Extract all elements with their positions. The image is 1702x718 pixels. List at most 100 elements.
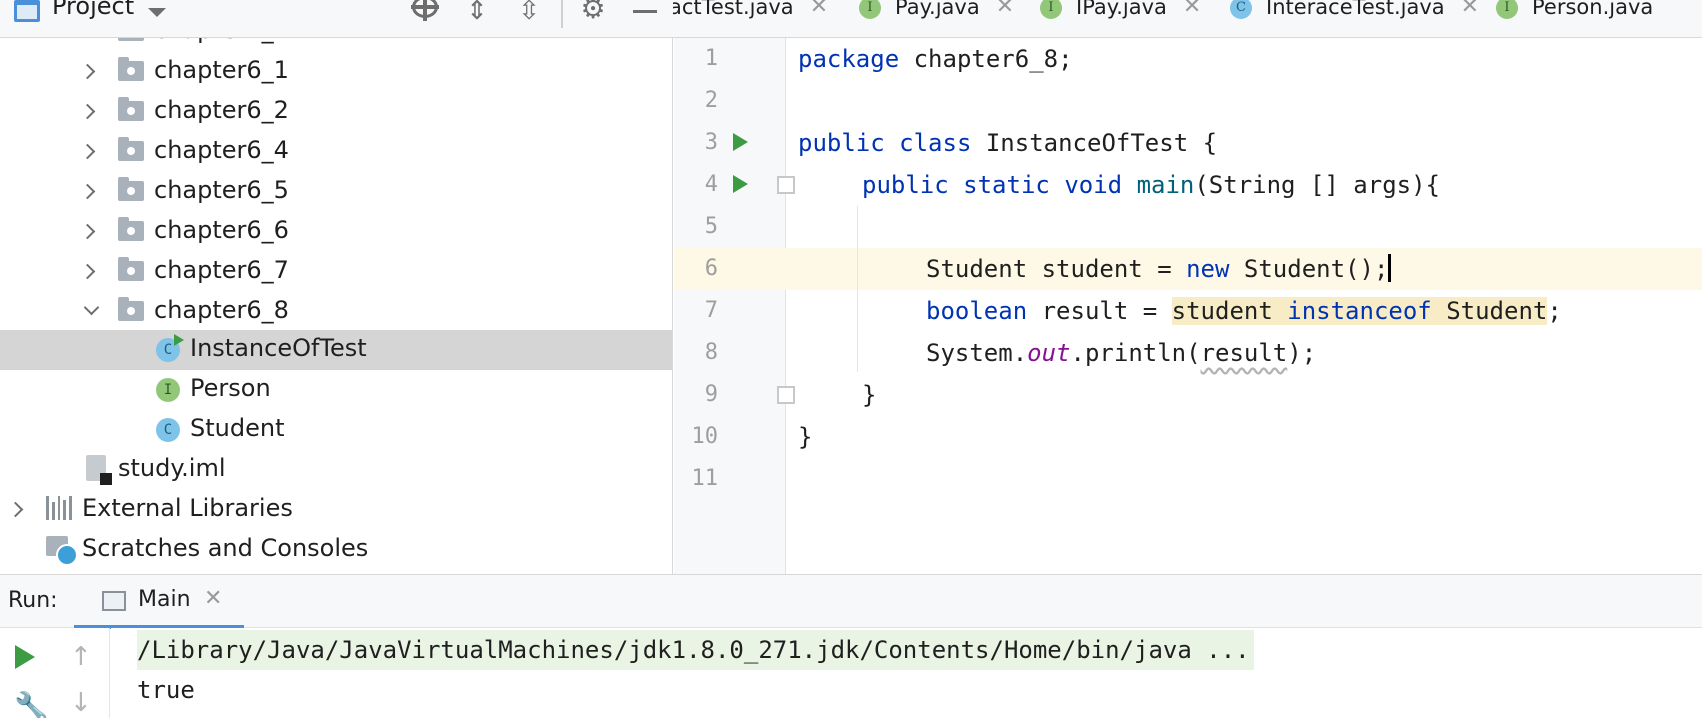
folder-icon [118, 97, 144, 121]
tree-item-scratches[interactable]: Scratches and Consoles [0, 530, 672, 570]
tree-item-chapter6-2[interactable]: chapter6_2 [0, 92, 672, 132]
code-line-6: Student student = new Student(); [926, 248, 1392, 290]
tree-item-student[interactable]: C Student [0, 410, 672, 450]
line-number: 4 [704, 172, 718, 197]
code-line-3: public class InstanceOfTest { [798, 129, 1218, 157]
fold-marker-icon[interactable] [777, 176, 795, 194]
editor-tabs: actTest.java ✕ I Pay.java ✕ I IPay.java … [673, 0, 1702, 38]
folder-icon [118, 257, 144, 281]
wrench-icon[interactable]: 🔧 [14, 690, 49, 718]
chevron-right-icon[interactable] [79, 63, 96, 80]
chevron-right-icon[interactable] [79, 143, 96, 160]
line-number: 5 [704, 214, 718, 239]
run-label: Run: [8, 588, 58, 613]
tree-item-partial[interactable]: chapter4_7 [0, 38, 672, 52]
line-number: 8 [704, 340, 718, 365]
tree-item-study-iml[interactable]: study.iml [0, 450, 672, 490]
folder-icon [118, 217, 144, 241]
collapse-all-icon[interactable]: ⇳ [514, 0, 544, 28]
close-icon[interactable]: ✕ [810, 0, 828, 19]
line-number: 7 [704, 298, 718, 323]
tab-ipay[interactable]: I IPay.java ✕ [1040, 0, 1201, 30]
tree-item-chapter6-7[interactable]: chapter6_7 [0, 252, 672, 292]
toolbar-divider [561, 0, 563, 28]
interface-icon: I [156, 378, 180, 402]
warning-underline: result [1200, 339, 1288, 367]
line-number: 11 [691, 466, 719, 491]
run-class-icon[interactable] [733, 133, 748, 151]
project-title[interactable]: Project [52, 0, 134, 20]
runnable-marker-icon [174, 334, 184, 346]
tree-item-chapter6-8[interactable]: chapter6_8 [0, 292, 672, 332]
close-icon[interactable]: ✕ [1461, 0, 1479, 19]
tree-item-chapter6-1[interactable]: chapter6_1 [0, 52, 672, 92]
project-window-icon [14, 0, 40, 22]
folder-icon [118, 38, 144, 41]
close-icon[interactable]: ✕ [996, 0, 1014, 19]
library-icon [46, 496, 72, 520]
chevron-right-icon[interactable] [79, 183, 96, 200]
folder-icon [118, 137, 144, 161]
arrow-up-icon[interactable]: ↑ [70, 642, 92, 672]
code-line-8: System.out.println(result); [926, 339, 1317, 367]
chevron-right-icon[interactable] [79, 223, 96, 240]
close-icon[interactable]: ✕ [1183, 0, 1201, 19]
tree-item-instanceoftest[interactable]: C InstanceOfTest [0, 330, 672, 370]
interface-icon: I [859, 0, 881, 19]
chevron-right-icon[interactable] [7, 501, 24, 518]
code-line-9: } [862, 381, 877, 409]
expand-all-icon[interactable]: ⇕ [462, 0, 492, 28]
top-bar: Project ⇕ ⇳ ⚙ actTest.java ✕ I Pay.java … [0, 0, 1702, 38]
run-toolbar: ↑ 🔧 ↓ [0, 628, 110, 718]
console-icon [102, 591, 126, 611]
indent-guide [857, 206, 858, 372]
code-line-7: boolean result = student instanceof Stud… [926, 297, 1562, 325]
run-panel-header: Run: Main ✕ [0, 574, 1702, 629]
line-number: 1 [704, 46, 718, 71]
line-number: 2 [704, 88, 718, 113]
project-panel-header: Project ⇕ ⇳ ⚙ [0, 0, 673, 38]
line-number: 9 [704, 382, 718, 407]
tree-item-chapter6-5[interactable]: chapter6_5 [0, 172, 672, 212]
interface-icon: I [1496, 0, 1518, 19]
console-command-line: /Library/Java/JavaVirtualMachines/jdk1.8… [137, 630, 1254, 670]
console-output-line: true [137, 676, 195, 704]
fold-marker-icon[interactable] [777, 386, 795, 404]
text-caret [1388, 254, 1392, 282]
tab-interace-test[interactable]: C InteraceTest.java ✕ [1230, 0, 1479, 30]
code-line-1: package chapter6_8; [798, 45, 1073, 73]
code-line-4: public static void main(String [] args){ [862, 171, 1440, 199]
line-number: 10 [691, 424, 719, 449]
class-icon: C [156, 418, 180, 442]
minimize-icon[interactable] [632, 0, 658, 28]
chevron-right-icon[interactable] [79, 103, 96, 120]
gear-icon[interactable]: ⚙ [578, 0, 608, 26]
tab-pay[interactable]: I Pay.java ✕ [859, 0, 1014, 30]
interface-icon: I [1040, 0, 1062, 19]
arrow-down-icon[interactable]: ↓ [70, 688, 92, 718]
class-icon: C [1230, 0, 1252, 19]
project-tree: chapter4_7 chapter6_1 chapter6_2 chapter… [0, 38, 673, 574]
folder-icon [118, 297, 144, 321]
locate-icon[interactable] [410, 0, 440, 28]
run-main-icon[interactable] [733, 175, 748, 193]
tree-item-chapter6-4[interactable]: chapter6_4 [0, 132, 672, 172]
console-output[interactable]: /Library/Java/JavaVirtualMachines/jdk1.8… [111, 628, 1702, 718]
chevron-down-icon[interactable] [148, 8, 166, 17]
chevron-right-icon[interactable] [79, 263, 96, 280]
module-file-icon [86, 455, 112, 485]
rerun-icon[interactable] [15, 645, 35, 669]
line-number: 3 [704, 130, 718, 155]
run-tab-main[interactable]: Main ✕ [74, 575, 244, 629]
tree-item-external-libraries[interactable]: External Libraries [0, 490, 672, 530]
chevron-down-icon[interactable] [83, 299, 100, 316]
tab-abstract-test[interactable]: actTest.java ✕ [673, 0, 828, 30]
line-number: 6 [704, 256, 718, 281]
tab-person[interactable]: I Person.java [1496, 0, 1653, 30]
tree-item-person[interactable]: I Person [0, 370, 672, 410]
folder-icon [118, 177, 144, 201]
scratches-icon [46, 536, 78, 566]
tree-item-chapter6-6[interactable]: chapter6_6 [0, 212, 672, 252]
instanceof-highlight: student instanceof Student [1171, 297, 1548, 325]
close-icon[interactable]: ✕ [204, 586, 222, 611]
